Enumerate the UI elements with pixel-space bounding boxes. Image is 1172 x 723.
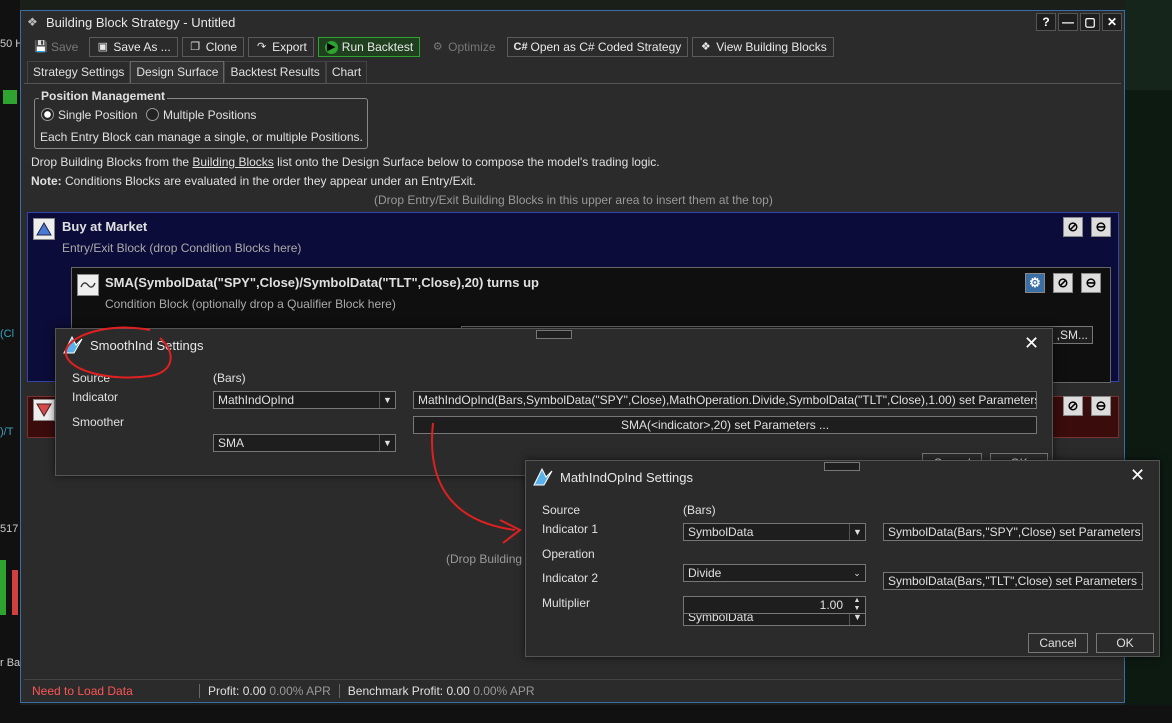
annotation-circle bbox=[64, 326, 172, 379]
annotation-arrow bbox=[431, 422, 516, 531]
annotation-arrowhead bbox=[499, 519, 522, 544]
annotation-overlay bbox=[64, 326, 522, 544]
